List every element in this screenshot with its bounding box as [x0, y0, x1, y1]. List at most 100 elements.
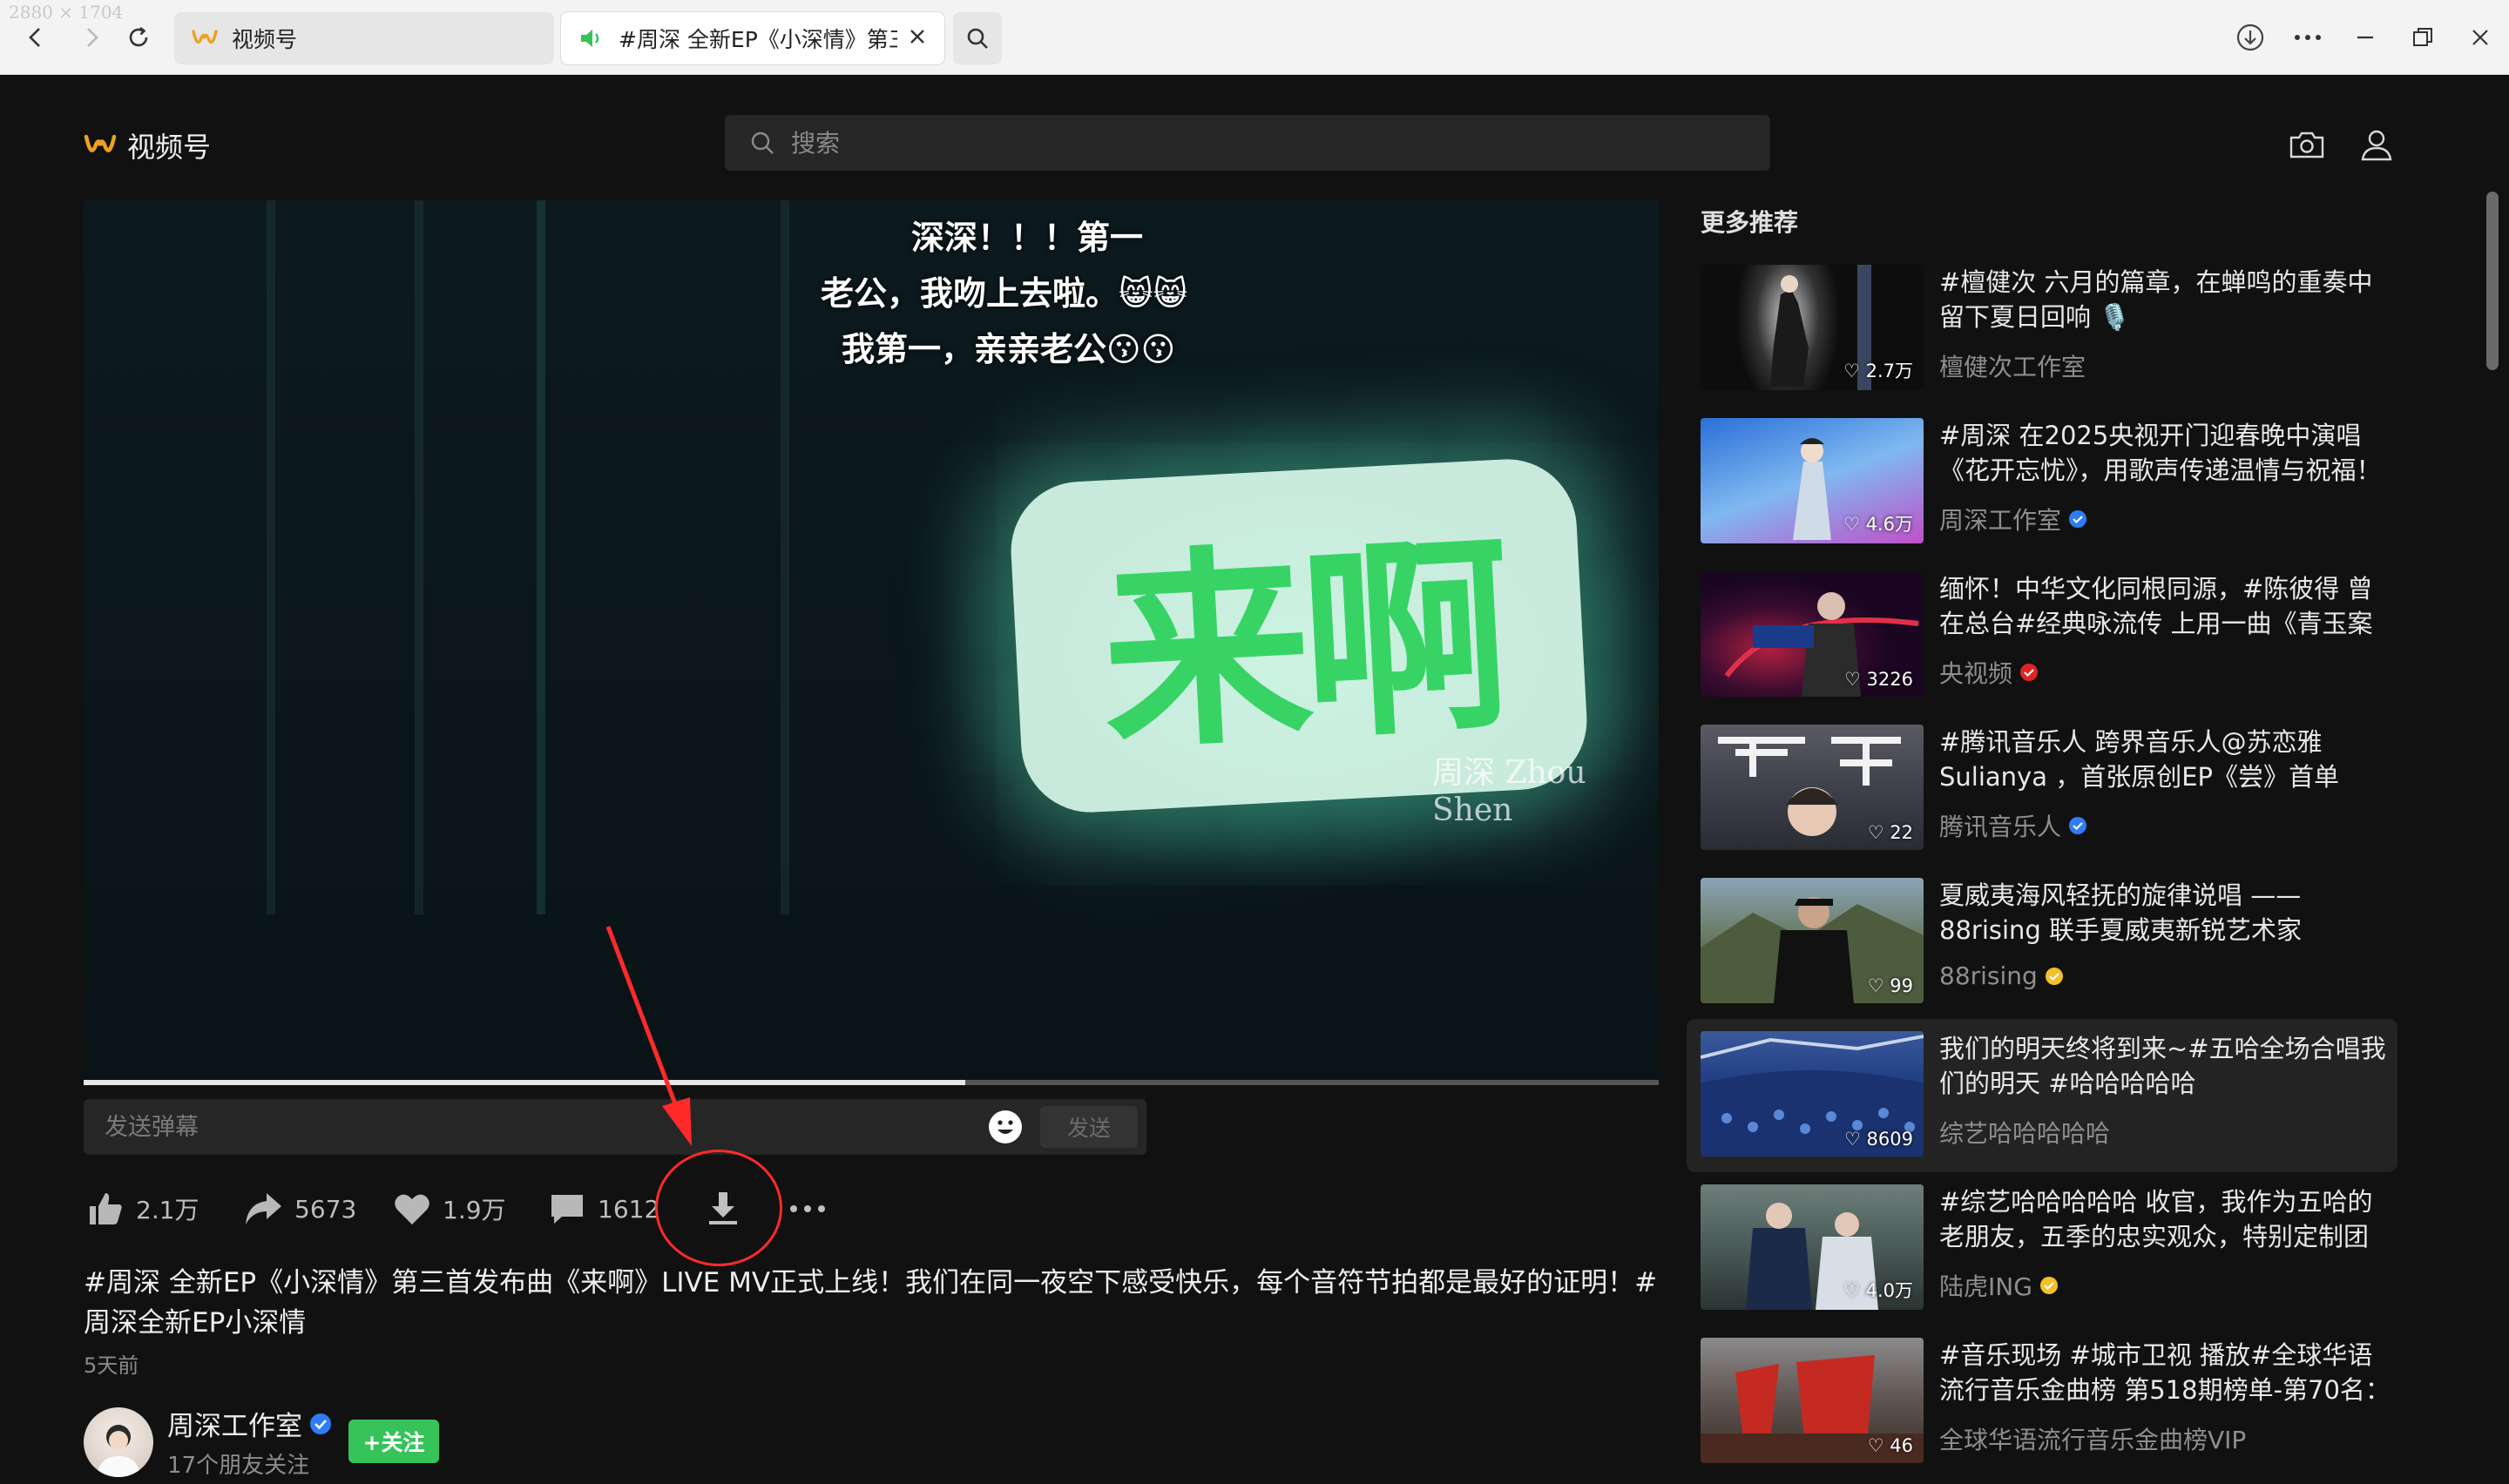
maximize-icon[interactable] — [2401, 16, 2445, 59]
rec-title: #周深 在2025央视开门迎春晚中演唱《花开忘忧》，用歌声传递温情与祝福！ — [1939, 421, 2382, 485]
rec-thumbnail: ♡ 99 — [1701, 878, 1924, 1003]
progress-fill — [84, 1080, 966, 1085]
rec-views: ♡ 4.0万 — [1843, 1280, 1913, 1301]
rec-item[interactable]: ♡ 22 #腾讯音乐人 跨界音乐人@苏恋雅 Sulianya ，首张原创EP《尝… — [1687, 712, 2397, 866]
rec-author: 陆虎ING — [1939, 1268, 2059, 1303]
rec-author: 综艺哈哈哈哈哈 — [1939, 1119, 2111, 1148]
tab-label: #周深 全新EP《小深情》第三 — [619, 27, 897, 52]
share-button[interactable]: 5673 — [244, 1184, 356, 1233]
favorite-count: 1.9万 — [443, 1196, 506, 1224]
friends-following: 17个朋友关注 — [167, 1453, 310, 1479]
rec-views: ♡ 8609 — [1844, 1129, 1913, 1150]
rec-thumbnail: ♡ 4.0万 — [1701, 1184, 1924, 1310]
share-icon — [246, 1193, 281, 1224]
channels-logo-icon — [192, 30, 218, 44]
minimize-icon[interactable] — [2343, 16, 2387, 59]
author-name[interactable]: 周深工作室 — [167, 1404, 332, 1443]
rec-title: 夏威夷海风轻抚的旋律说唱 —— 88rising 联手夏威夷新锐艺术家8RO8.… — [1939, 880, 2303, 945]
post-time: 5天前 — [84, 1353, 139, 1378]
rec-author: 檀健次工作室 — [1939, 353, 2086, 381]
rec-views: ♡ 46 — [1867, 1435, 1913, 1456]
rec-item[interactable]: ♡ 3226 缅怀！中华文化同根同源，#陈彼得 曾在总台#经典咏流传 上用一曲《… — [1687, 559, 2397, 712]
verified-icon — [310, 1413, 331, 1434]
like-count: 2.1万 — [136, 1196, 200, 1224]
rec-views: ♡ 3226 — [1844, 669, 1913, 690]
verified-icon — [2069, 817, 2087, 834]
rec-views: ♡ 99 — [1867, 975, 1913, 996]
speaker-icon — [581, 30, 599, 47]
overlay-title: 来啊 — [1096, 514, 1510, 779]
danmaku-comment: 深深！！！第一 — [911, 219, 1144, 257]
comment-button[interactable]: 1612 — [549, 1184, 659, 1233]
rec-thumbnail: ♡ 3226 — [1701, 571, 1924, 697]
tab-channels[interactable]: 视频号 — [174, 12, 554, 64]
avatar[interactable] — [84, 1407, 153, 1477]
verified-icon — [2069, 510, 2087, 528]
follow-button[interactable]: +关注 — [348, 1420, 439, 1463]
tab-video[interactable]: #周深 全新EP《小深情》第三 — [561, 12, 944, 64]
rec-thumbnail: ♡ 2.7万 — [1701, 265, 1924, 390]
rec-title: #综艺哈哈哈哈哈 收官，我作为五哈的老朋友，五季的忠实观众，特别定制团聚... — [1939, 1187, 2373, 1251]
danmaku-comment: 我第一，亲亲老公😗😗 — [842, 330, 1176, 368]
rec-thumbnail: ♡ 4.6万 — [1701, 418, 1924, 543]
rec-thumbnail: ♡ 22 — [1701, 725, 1924, 850]
close-window-icon[interactable] — [2458, 16, 2502, 59]
scrollbar[interactable] — [2486, 192, 2499, 370]
camera-icon[interactable] — [2284, 122, 2330, 167]
like-button[interactable]: 2.1万 — [87, 1184, 200, 1233]
favorite-button[interactable]: 1.9万 — [394, 1184, 506, 1233]
browser-chrome: 2880 × 1704 视频号 #周深 全新EP《小深情》第三 — [0, 0, 2509, 75]
recommend-title: 更多推荐 — [1701, 208, 1799, 237]
heart-icon — [395, 1194, 429, 1224]
refresh-icon[interactable] — [117, 16, 160, 59]
annotation-arrow — [605, 926, 692, 1146]
danmaku-comment: 老公，我吻上去啦。😸😸 — [821, 274, 1188, 313]
video-player[interactable]: 深深！！！第一 老公，我吻上去啦。😸😸 我第一，亲亲老公😗😗 来啊 周深 Zho… — [84, 200, 1659, 1083]
danmaku-input[interactable] — [105, 1110, 976, 1144]
rec-title: 我们的明天终将到来~#五哈全场合唱我们的明天 #哈哈哈哈哈 — [1939, 1034, 2386, 1098]
search-bar[interactable] — [725, 115, 1770, 171]
back-icon[interactable] — [14, 16, 57, 59]
rec-thumbnail: ♡ 8609 — [1701, 1031, 1924, 1157]
forward-icon[interactable] — [70, 16, 113, 59]
browser-search-icon[interactable] — [953, 12, 1002, 64]
tab-label: 视频号 — [232, 27, 298, 52]
rec-title: #腾讯音乐人 跨界音乐人@苏恋雅 Sulianya ，首张原创EP《尝》首单《切… — [1939, 727, 2340, 792]
rec-item[interactable]: ♡ 4.6万 #周深 在2025央视开门迎春晚中演唱《花开忘忧》，用歌声传递温情… — [1687, 406, 2397, 559]
rec-author: 腾讯音乐人 — [1939, 808, 2087, 843]
share-count: 5673 — [294, 1194, 357, 1224]
search-input[interactable] — [791, 128, 1662, 158]
close-icon[interactable] — [908, 26, 927, 51]
rec-views: ♡ 2.7万 — [1843, 361, 1913, 381]
rec-author: 88rising — [1939, 961, 2064, 990]
recommend-list: ♡ 2.7万 #檀健次 六月的篇章，在蝉鸣的重奏中留下夏日回响 🎙️ 檀健次工作… — [1687, 253, 2397, 1479]
rec-author: 央视频 — [1939, 655, 2039, 690]
rec-views: ♡ 4.6万 — [1843, 514, 1913, 535]
send-danmaku-button[interactable]: 发送 — [1040, 1106, 1138, 1148]
rec-title: #檀健次 六月的篇章，在蝉鸣的重奏中留下夏日回响 🎙️ — [1939, 267, 2373, 332]
progress-bar[interactable] — [84, 1080, 1659, 1085]
download-manager-icon[interactable] — [2228, 16, 2272, 59]
verified-icon — [2039, 1277, 2058, 1294]
comment-icon — [551, 1195, 583, 1224]
rec-views: ♡ 22 — [1867, 822, 1913, 843]
rec-item[interactable]: ♡ 46 #音乐现场 #城市卫视 播放#全球华语流行音乐金曲榜 第518期榜单-… — [1687, 1325, 2397, 1479]
rec-thumbnail: ♡ 46 — [1701, 1338, 1924, 1463]
rec-item[interactable]: ♡ 4.0万 #综艺哈哈哈哈哈 收官，我作为五哈的老朋友，五季的忠实观众，特别定… — [1687, 1172, 2397, 1325]
rec-title: 缅怀！中华文化同根同源，#陈彼得 曾在总台#经典咏流传 上用一曲《青玉案元... — [1939, 574, 2373, 638]
user-icon[interactable] — [2354, 122, 2399, 167]
app-name: 视频号 — [127, 131, 212, 164]
search-icon — [751, 132, 774, 154]
app-logo[interactable]: 视频号 — [84, 125, 211, 165]
rec-item[interactable]: ♡ 99 夏威夷海风轻抚的旋律说唱 —— 88rising 联手夏威夷新锐艺术家… — [1687, 866, 2397, 1019]
rec-author: 全球华语流行音乐金曲榜VIP — [1939, 1426, 2247, 1454]
rec-item[interactable]: ♡ 8609 我们的明天终将到来~#五哈全场合唱我们的明天 #哈哈哈哈哈 综艺哈… — [1687, 1019, 2397, 1172]
more-actions-icon[interactable] — [789, 1184, 826, 1233]
video-watermark: 周深 Zhou Shen — [1432, 755, 1586, 828]
rec-author: 周深工作室 — [1939, 502, 2087, 536]
more-icon[interactable] — [2286, 16, 2330, 59]
emoji-icon[interactable] — [988, 1110, 1023, 1144]
rec-title: #音乐现场 #城市卫视 播放#全球华语流行音乐金曲榜 第518期榜单-第70名：… — [1939, 1340, 2391, 1405]
rec-item[interactable]: ♡ 2.7万 #檀健次 六月的篇章，在蝉鸣的重奏中留下夏日回响 🎙️ 檀健次工作… — [1687, 253, 2397, 406]
verified-icon — [2020, 664, 2039, 681]
